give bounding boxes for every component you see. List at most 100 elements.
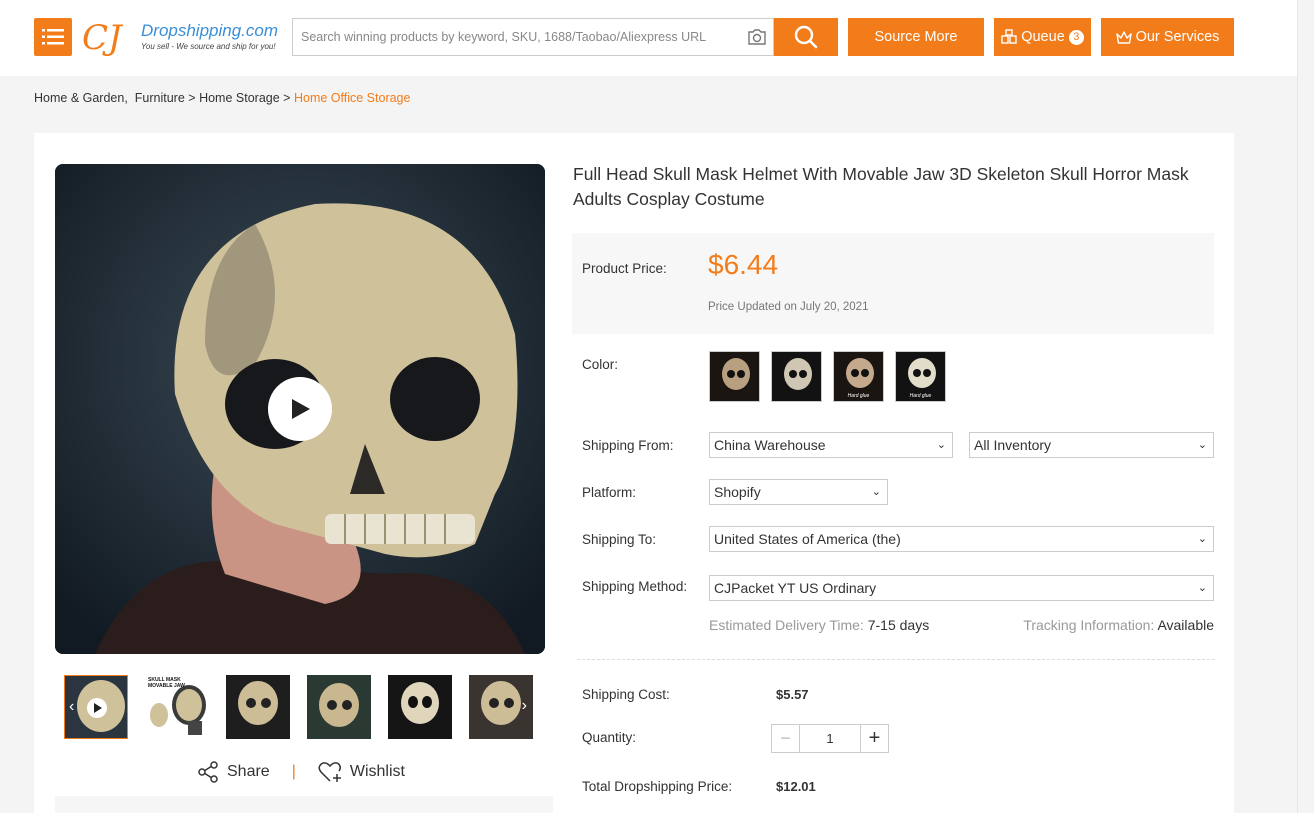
logo-tagline: You sell - We source and ship for you! (141, 42, 276, 51)
source-more-button[interactable]: Source More (848, 18, 984, 56)
wishlist-button[interactable]: Wishlist (318, 761, 405, 783)
delivery-time-label: Estimated Delivery Time: (709, 617, 864, 633)
breadcrumb-separator: , (124, 91, 128, 105)
thumbnail[interactable]: SKULL MASK MOVABLE JAW (145, 675, 209, 739)
platform-select[interactable]: Shopify ⌄ (709, 479, 888, 505)
thumbnail[interactable] (388, 675, 452, 739)
thumbnail-prev-arrow[interactable]: ‹ (69, 698, 74, 716)
logo-mark: CJ (82, 18, 122, 58)
delivery-time-value: 7-15 days (867, 617, 930, 633)
search-input[interactable] (293, 19, 733, 55)
thumbnail-image (65, 676, 127, 738)
thumbnail-image (226, 675, 290, 739)
queue-icon (1001, 29, 1017, 44)
platform-value: Shopify (714, 484, 761, 500)
quantity-increase-button[interactable]: + (860, 725, 888, 752)
section-divider (577, 659, 1215, 660)
crown-icon (1115, 30, 1132, 44)
delivery-time: Estimated Delivery Time: 7-15 days (709, 617, 929, 633)
share-separator: | (291, 763, 296, 780)
play-icon (292, 399, 310, 419)
chevron-down-icon: ⌄ (1197, 439, 1207, 451)
total-price-value: $12.01 (776, 779, 816, 794)
breadcrumb-link[interactable]: Home Storage (199, 91, 280, 105)
color-swatch[interactable]: Hard glue (833, 351, 884, 402)
share-button[interactable]: Share (197, 761, 270, 783)
search-button[interactable] (774, 18, 838, 56)
thumbnail[interactable] (307, 675, 371, 739)
price-label: Product Price: (582, 261, 667, 276)
site-header: CJ Dropshipping.com You sell - We source… (0, 0, 1314, 76)
wishlist-label: Wishlist (349, 763, 405, 780)
our-services-button[interactable]: Our Services (1101, 18, 1234, 56)
swatch-caption: Hard glue (909, 393, 932, 399)
heart-plus-icon (318, 762, 341, 782)
product-main-image[interactable] (55, 164, 545, 654)
total-price-label: Total Dropshipping Price: (582, 779, 733, 794)
page-scrollbar[interactable] (1297, 0, 1314, 813)
inventory-value: All Inventory (974, 437, 1052, 453)
shipping-from-select[interactable]: China Warehouse ⌄ (709, 432, 953, 458)
shipping-cost-label: Shipping Cost: (582, 687, 670, 702)
tracking-value: Available (1157, 617, 1214, 633)
gallery-footer-box (55, 796, 553, 813)
inventory-select[interactable]: All Inventory ⌄ (969, 432, 1214, 458)
thumbnail-caption: SKULL MASK MOVABLE JAW (148, 677, 185, 689)
swatch-caption: Hard glue (847, 393, 870, 399)
breadcrumb-separator: > (188, 91, 196, 105)
queue-button[interactable]: Queue 3 (994, 18, 1091, 56)
search-icon (794, 25, 818, 49)
quantity-stepper: − 1 + (771, 724, 889, 753)
chevron-down-icon: ⌄ (1197, 582, 1207, 594)
logo-brand: Dropshipping.com (141, 21, 279, 40)
shipping-cost-value: $5.57 (776, 687, 809, 702)
thumbnail-next-arrow[interactable]: › (522, 697, 527, 715)
thumbnail[interactable]: › (469, 675, 533, 739)
swatch-image (710, 352, 759, 401)
tracking-info: Tracking Information: Available (1023, 617, 1214, 633)
breadcrumb-separator: > (283, 91, 291, 105)
color-label: Color: (582, 357, 619, 372)
shipping-method-select[interactable]: CJPacket YT US Ordinary ⌄ (709, 575, 1214, 601)
color-swatch[interactable]: Hard glue (895, 351, 946, 402)
menu-button[interactable] (34, 18, 72, 56)
shipping-to-select[interactable]: United States of America (the) ⌄ (709, 526, 1214, 552)
breadcrumb-link[interactable]: Home & Garden (34, 91, 124, 105)
chevron-down-icon: ⌄ (936, 439, 946, 451)
share-label: Share (227, 763, 270, 780)
price-box: Product Price: $6.44 Price Updated on Ju… (572, 233, 1214, 334)
camera-icon[interactable] (747, 28, 767, 46)
search-box (292, 18, 774, 56)
platform-label: Platform: (582, 485, 637, 500)
thumbnail-strip: ‹ SKULL MASK MOVABLE JAW › (64, 675, 534, 739)
play-video-button[interactable] (268, 377, 332, 441)
chevron-down-icon: ⌄ (871, 486, 881, 498)
thumbnail[interactable] (226, 675, 290, 739)
thumbnail-image (307, 675, 371, 739)
menu-icon (42, 29, 64, 45)
shipping-from-value: China Warehouse (714, 437, 826, 453)
chevron-down-icon: ⌄ (1197, 533, 1207, 545)
our-services-label: Our Services (1135, 29, 1220, 45)
share-wishlist-row: Share | Wishlist (197, 760, 405, 784)
quantity-decrease-button[interactable]: − (772, 725, 800, 752)
source-more-label: Source More (874, 29, 958, 45)
product-price: $6.44 (708, 249, 779, 280)
thumbnail-caption-line2: MOVABLE JAW (148, 683, 185, 689)
queue-count-badge: 3 (1068, 29, 1084, 45)
shipping-method-label: Shipping Method: (582, 579, 688, 594)
shipping-to-value: United States of America (the) (714, 531, 901, 547)
tracking-label: Tracking Information: (1023, 617, 1155, 633)
shipping-to-label: Shipping To: (582, 532, 657, 547)
breadcrumb-current[interactable]: Home Office Storage (294, 91, 411, 105)
site-logo[interactable]: CJ Dropshipping.com You sell - We source… (82, 18, 282, 58)
color-swatch[interactable] (709, 351, 760, 402)
breadcrumb-link[interactable]: Furniture (135, 91, 185, 105)
quantity-input[interactable]: 1 (800, 725, 860, 752)
queue-label: Queue (1021, 29, 1065, 45)
price-updated-text: Price Updated on July 20, 2021 (708, 301, 869, 313)
share-icon (198, 761, 218, 783)
thumbnail-video[interactable]: ‹ (64, 675, 128, 739)
product-panel: ‹ SKULL MASK MOVABLE JAW › Share | Wishl… (34, 133, 1234, 813)
color-swatch[interactable] (771, 351, 822, 402)
